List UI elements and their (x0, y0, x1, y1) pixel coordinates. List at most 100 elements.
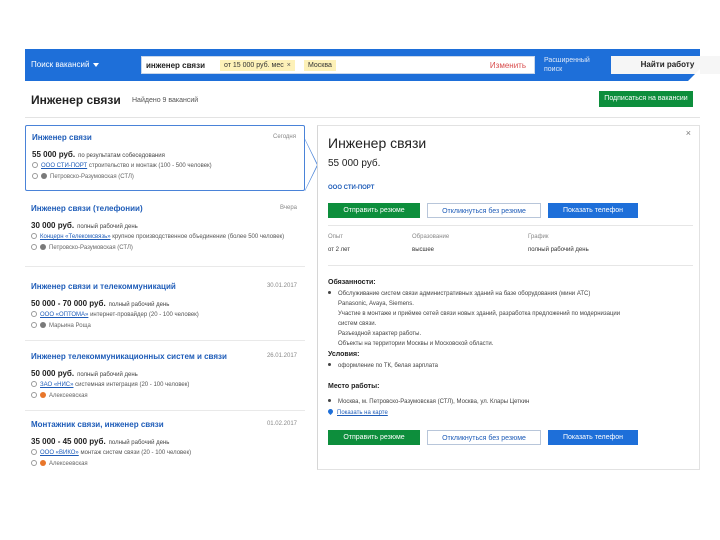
duty-text: Обслуживание систем связи административн… (338, 291, 591, 297)
company-link[interactable]: ООО «ОПТОМА» (40, 312, 88, 318)
vacancy-metro: Алексеевская (31, 460, 299, 467)
vacancy-title[interactable]: Инженер связи (телефонии) (31, 204, 299, 213)
company-note: крупное производственное объединение (бо… (112, 234, 285, 240)
company-icon (31, 311, 37, 317)
filter-chip-city[interactable]: Москва (304, 60, 336, 71)
metro-icon (41, 173, 47, 179)
show-phone-button-bottom[interactable]: Показать телефон (548, 430, 638, 445)
company-icon (31, 233, 37, 239)
education-value: высшее (412, 247, 434, 253)
company-link[interactable]: ООО СТИ-ПОРТ (41, 163, 87, 169)
metro-icon (40, 244, 46, 250)
search-query: инженер связи (146, 61, 205, 70)
experience-value: от 2 лет (328, 247, 351, 253)
vacancy-date: Сегодня (273, 134, 296, 140)
advanced-search-link[interactable]: Расширенный поиск (544, 56, 604, 74)
vacancy-title[interactable]: Монтажник связи, инженер связи (31, 420, 299, 429)
corner-decoration (688, 69, 700, 81)
schedule-value: полный рабочий день (528, 247, 589, 253)
metro-icon (40, 392, 46, 398)
vacancy-salary: 50 000 - 70 000 руб. полный рабочий день (31, 299, 299, 308)
filter-chip-salary[interactable]: от 15 000 руб. мес × (220, 60, 295, 71)
vacancy-salary-note: по результатам собеседования (78, 153, 165, 159)
vacancy-card[interactable]: Инженер связи и телекоммуникаций 30.01.2… (25, 275, 305, 341)
vacancy-title[interactable]: Инженер связи и телекоммуникаций (31, 282, 299, 291)
vacancy-salary-note: полный рабочий день (108, 440, 170, 446)
send-resume-button-bottom[interactable]: Отправить резюме (328, 430, 420, 445)
duty-item: Участие в монтаже и приёмке сетей связи … (338, 311, 621, 317)
metro-name: Петровско-Разумовская (СТЛ) (49, 245, 133, 251)
company-note: монтаж систем связи (20 - 100 человек) (80, 450, 192, 456)
vacancy-salary-note: полный рабочий день (77, 224, 138, 230)
company-note: системная интеграция (20 - 100 человек) (75, 382, 190, 388)
location-icon (31, 244, 37, 250)
metro-name: Марьина Роща (49, 323, 91, 329)
respond-without-resume-button[interactable]: Откликнуться без резюме (427, 203, 541, 218)
company-link[interactable]: Концерн «Телекомсвязь» (40, 234, 111, 240)
vacancy-card[interactable]: Инженер телекоммуникационных систем и св… (25, 345, 305, 411)
workplace-item: Москва, м. Петровско-Разумовская (СТЛ), … (328, 398, 693, 406)
header-divider (25, 117, 700, 118)
search-input[interactable]: инженер связи от 15 000 руб. мес × Москва… (141, 56, 535, 74)
vacancy-title[interactable]: Инженер телекоммуникационных систем и св… (31, 352, 299, 361)
vacancy-list: Инженер связи Сегодня 55 000 руб. по резу… (25, 125, 305, 470)
vacancy-salary-value: 50 000 руб. (31, 369, 75, 378)
close-icon[interactable]: × (686, 128, 691, 138)
company-link[interactable]: ЗАО «НИС» (40, 382, 73, 388)
send-resume-button[interactable]: Отправить резюме (328, 203, 420, 218)
experience-header: Опыт (328, 234, 343, 240)
vacancy-card[interactable]: Инженер связи (телефонии) Вчера 30 000 р… (25, 197, 305, 267)
metro-name: Петровско-Разумовская (СТЛ) (50, 174, 134, 180)
vacancy-date: 01.02.2017 (266, 421, 297, 427)
vacancy-salary: 35 000 - 45 000 руб. полный рабочий день (31, 437, 299, 446)
divider (328, 265, 693, 266)
vacancy-metro: Петровско-Разумовская (СТЛ) (31, 244, 299, 251)
divider (328, 225, 693, 226)
selection-pointer-fill (305, 140, 317, 190)
close-icon[interactable]: × (287, 62, 291, 69)
vacancy-company: ООО «ВИКО» монтаж систем связи (20 - 100… (31, 449, 299, 457)
vacancy-salary: 50 000 руб. полный рабочий день (31, 369, 299, 378)
vacancy-company: ЗАО «НИС» системная интеграция (20 - 100… (31, 381, 299, 389)
vacancy-salary-value: 55 000 руб. (32, 150, 76, 159)
company-note: интернет-провайдер (20 - 100 человек) (90, 312, 199, 318)
metro-name: Алексеевская (49, 461, 88, 467)
vacancy-salary-note: полный рабочий день (108, 302, 170, 308)
subscribe-button[interactable]: Подписаться на вакансии (599, 91, 693, 107)
detail-company-link[interactable]: ООО СТИ-ПОРТ (328, 185, 374, 191)
location-icon (31, 392, 37, 398)
vacancy-card[interactable]: Монтажник связи, инженер связи 01.02.201… (25, 413, 305, 479)
detail-title: Инженер связи (328, 135, 427, 151)
vacancy-salary-value: 50 000 - 70 000 руб. (31, 299, 106, 308)
vacancy-date: Вчера (280, 205, 297, 211)
schedule-header: График (528, 234, 549, 240)
duty-item: Объекты на территории Москвы и Московско… (338, 341, 494, 347)
show-on-map-link[interactable]: Показать на карте (326, 407, 388, 416)
results-count: Найдено 9 вакансий (132, 97, 199, 104)
filter-chip-salary-label: от 15 000 руб. мес (224, 62, 284, 69)
condition-text: оформление по ТК, белая зарплата (338, 363, 438, 369)
workplace-text: Москва, м. Петровско-Разумовская (СТЛ), … (338, 399, 530, 405)
condition-item: оформление по ТК, белая зарплата (328, 362, 693, 370)
vacancy-title[interactable]: Инженер связи (32, 133, 298, 142)
bullet (328, 291, 331, 294)
vacancy-metro: Алексеевская (31, 392, 299, 399)
bullet (328, 399, 331, 402)
vacancy-metro: Петровско-Разумовская (СТЛ) (32, 173, 298, 180)
show-phone-button[interactable]: Показать телефон (548, 203, 638, 218)
edit-filters-link[interactable]: Изменить (490, 61, 526, 70)
vacancy-card[interactable]: Инженер связи Сегодня 55 000 руб. по резу… (25, 125, 305, 191)
company-link[interactable]: ООО «ВИКО» (40, 450, 79, 456)
vacancy-company: ООО «ОПТОМА» интернет-провайдер (20 - 10… (31, 311, 299, 319)
vacancy-salary-value: 30 000 руб. (31, 221, 75, 230)
chevron-down-icon (93, 62, 100, 67)
company-note: строительство и монтаж (100 - 500 челове… (88, 163, 212, 169)
search-type-dropdown[interactable]: Поиск вакансий (31, 60, 100, 69)
company-icon (32, 162, 38, 168)
respond-without-resume-button-bottom[interactable]: Откликнуться без резюме (427, 430, 541, 445)
vacancy-company: Концерн «Телекомсвязь» крупное производс… (31, 233, 299, 241)
vacancy-salary: 30 000 руб. полный рабочий день (31, 221, 299, 230)
company-icon (31, 449, 37, 455)
detail-salary: 55 000 руб. (328, 158, 381, 169)
find-job-button[interactable]: Найти работу (611, 56, 720, 74)
